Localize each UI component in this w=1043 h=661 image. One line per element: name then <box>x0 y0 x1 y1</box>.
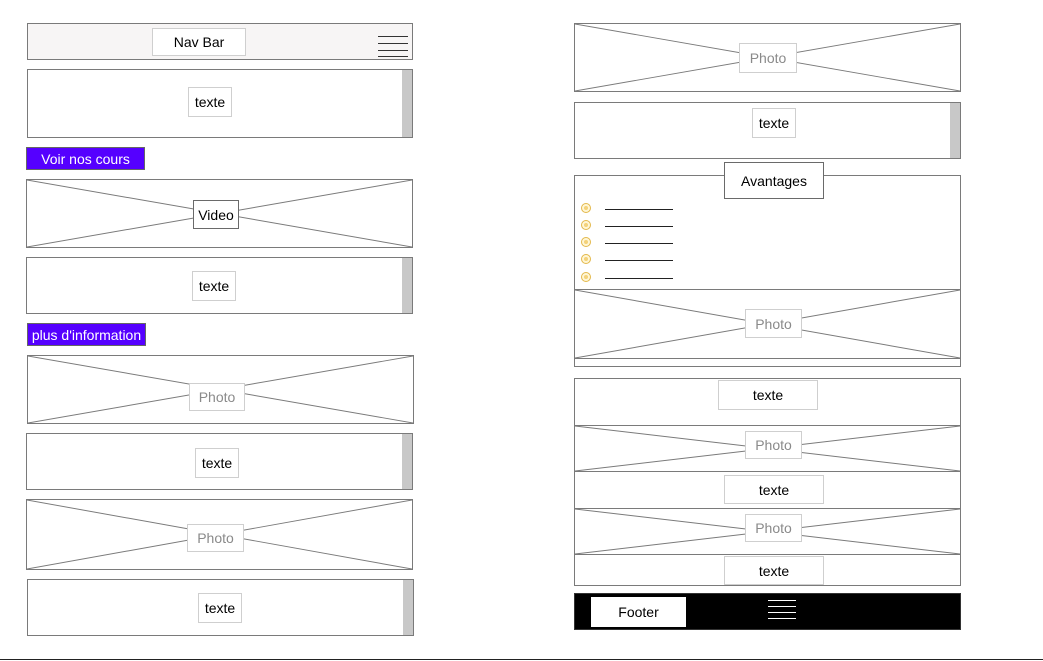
footer-label: Footer <box>591 597 686 627</box>
stacked-section: texte Photo texte Photo texte <box>574 378 961 586</box>
photo-label-top: Photo <box>739 43 797 73</box>
avantages-section: Photo <box>574 175 961 367</box>
advantage-item <box>581 203 681 215</box>
stack-photo-2: Photo <box>575 508 960 555</box>
text-block-1: texte <box>27 69 413 138</box>
advantage-item <box>581 237 681 249</box>
bullet-icon <box>581 254 591 264</box>
navbar: Nav Bar <box>27 23 413 60</box>
text-label-2: texte <box>192 271 236 301</box>
photo-label-2: Photo <box>187 524 244 552</box>
stack-text-row-3: texte <box>575 555 960 585</box>
stack-photo-label-1: Photo <box>745 431 802 459</box>
text-label-4: texte <box>198 593 242 623</box>
stack-text-label-2: texte <box>724 475 824 504</box>
text-label-1: texte <box>188 87 232 117</box>
hamburger-icon[interactable] <box>378 36 408 58</box>
scrollbar[interactable] <box>950 103 960 158</box>
text-block-3: texte <box>26 433 413 490</box>
advantage-item <box>581 220 681 232</box>
photo-placeholder-2: Photo <box>26 499 413 570</box>
scrollbar[interactable] <box>402 70 412 137</box>
stack-photo-1: Photo <box>575 425 960 472</box>
photo-placeholder-1: Photo <box>27 355 414 424</box>
stack-text-row-1: texte <box>575 379 960 425</box>
page-divider <box>0 659 1043 660</box>
photo-placeholder-top: Photo <box>574 23 961 92</box>
advantage-item <box>581 272 681 284</box>
video-placeholder[interactable]: Video <box>26 179 413 248</box>
avantages-photo-label: Photo <box>745 309 802 338</box>
video-label: Video <box>193 200 239 229</box>
scrollbar[interactable] <box>402 258 412 313</box>
navbar-label: Nav Bar <box>152 28 246 56</box>
text-block-top: texte <box>574 102 961 159</box>
photo-label-1: Photo <box>189 383 245 411</box>
bullet-icon <box>581 220 591 230</box>
bullet-icon <box>581 203 591 213</box>
hamburger-icon[interactable] <box>768 600 796 620</box>
bullet-icon <box>581 272 591 282</box>
stack-text-label-3: texte <box>724 556 824 585</box>
text-block-2: texte <box>26 257 413 314</box>
stack-photo-label-2: Photo <box>745 514 802 542</box>
voir-nos-cours-button[interactable]: Voir nos cours <box>26 147 145 170</box>
avantages-photo: Photo <box>575 289 960 359</box>
text-block-4: texte <box>27 579 414 636</box>
plus-information-button[interactable]: plus d'information <box>27 323 146 346</box>
advantage-item <box>581 254 681 266</box>
scrollbar[interactable] <box>403 580 413 635</box>
stack-text-row-2: texte <box>575 472 960 508</box>
scrollbar[interactable] <box>402 434 412 489</box>
stack-text-label-1: texte <box>718 380 818 410</box>
avantages-title: Avantages <box>724 162 824 199</box>
bullet-icon <box>581 237 591 247</box>
footer: Footer <box>574 593 961 630</box>
text-label-3: texte <box>195 448 239 478</box>
text-label-top: texte <box>752 108 796 138</box>
